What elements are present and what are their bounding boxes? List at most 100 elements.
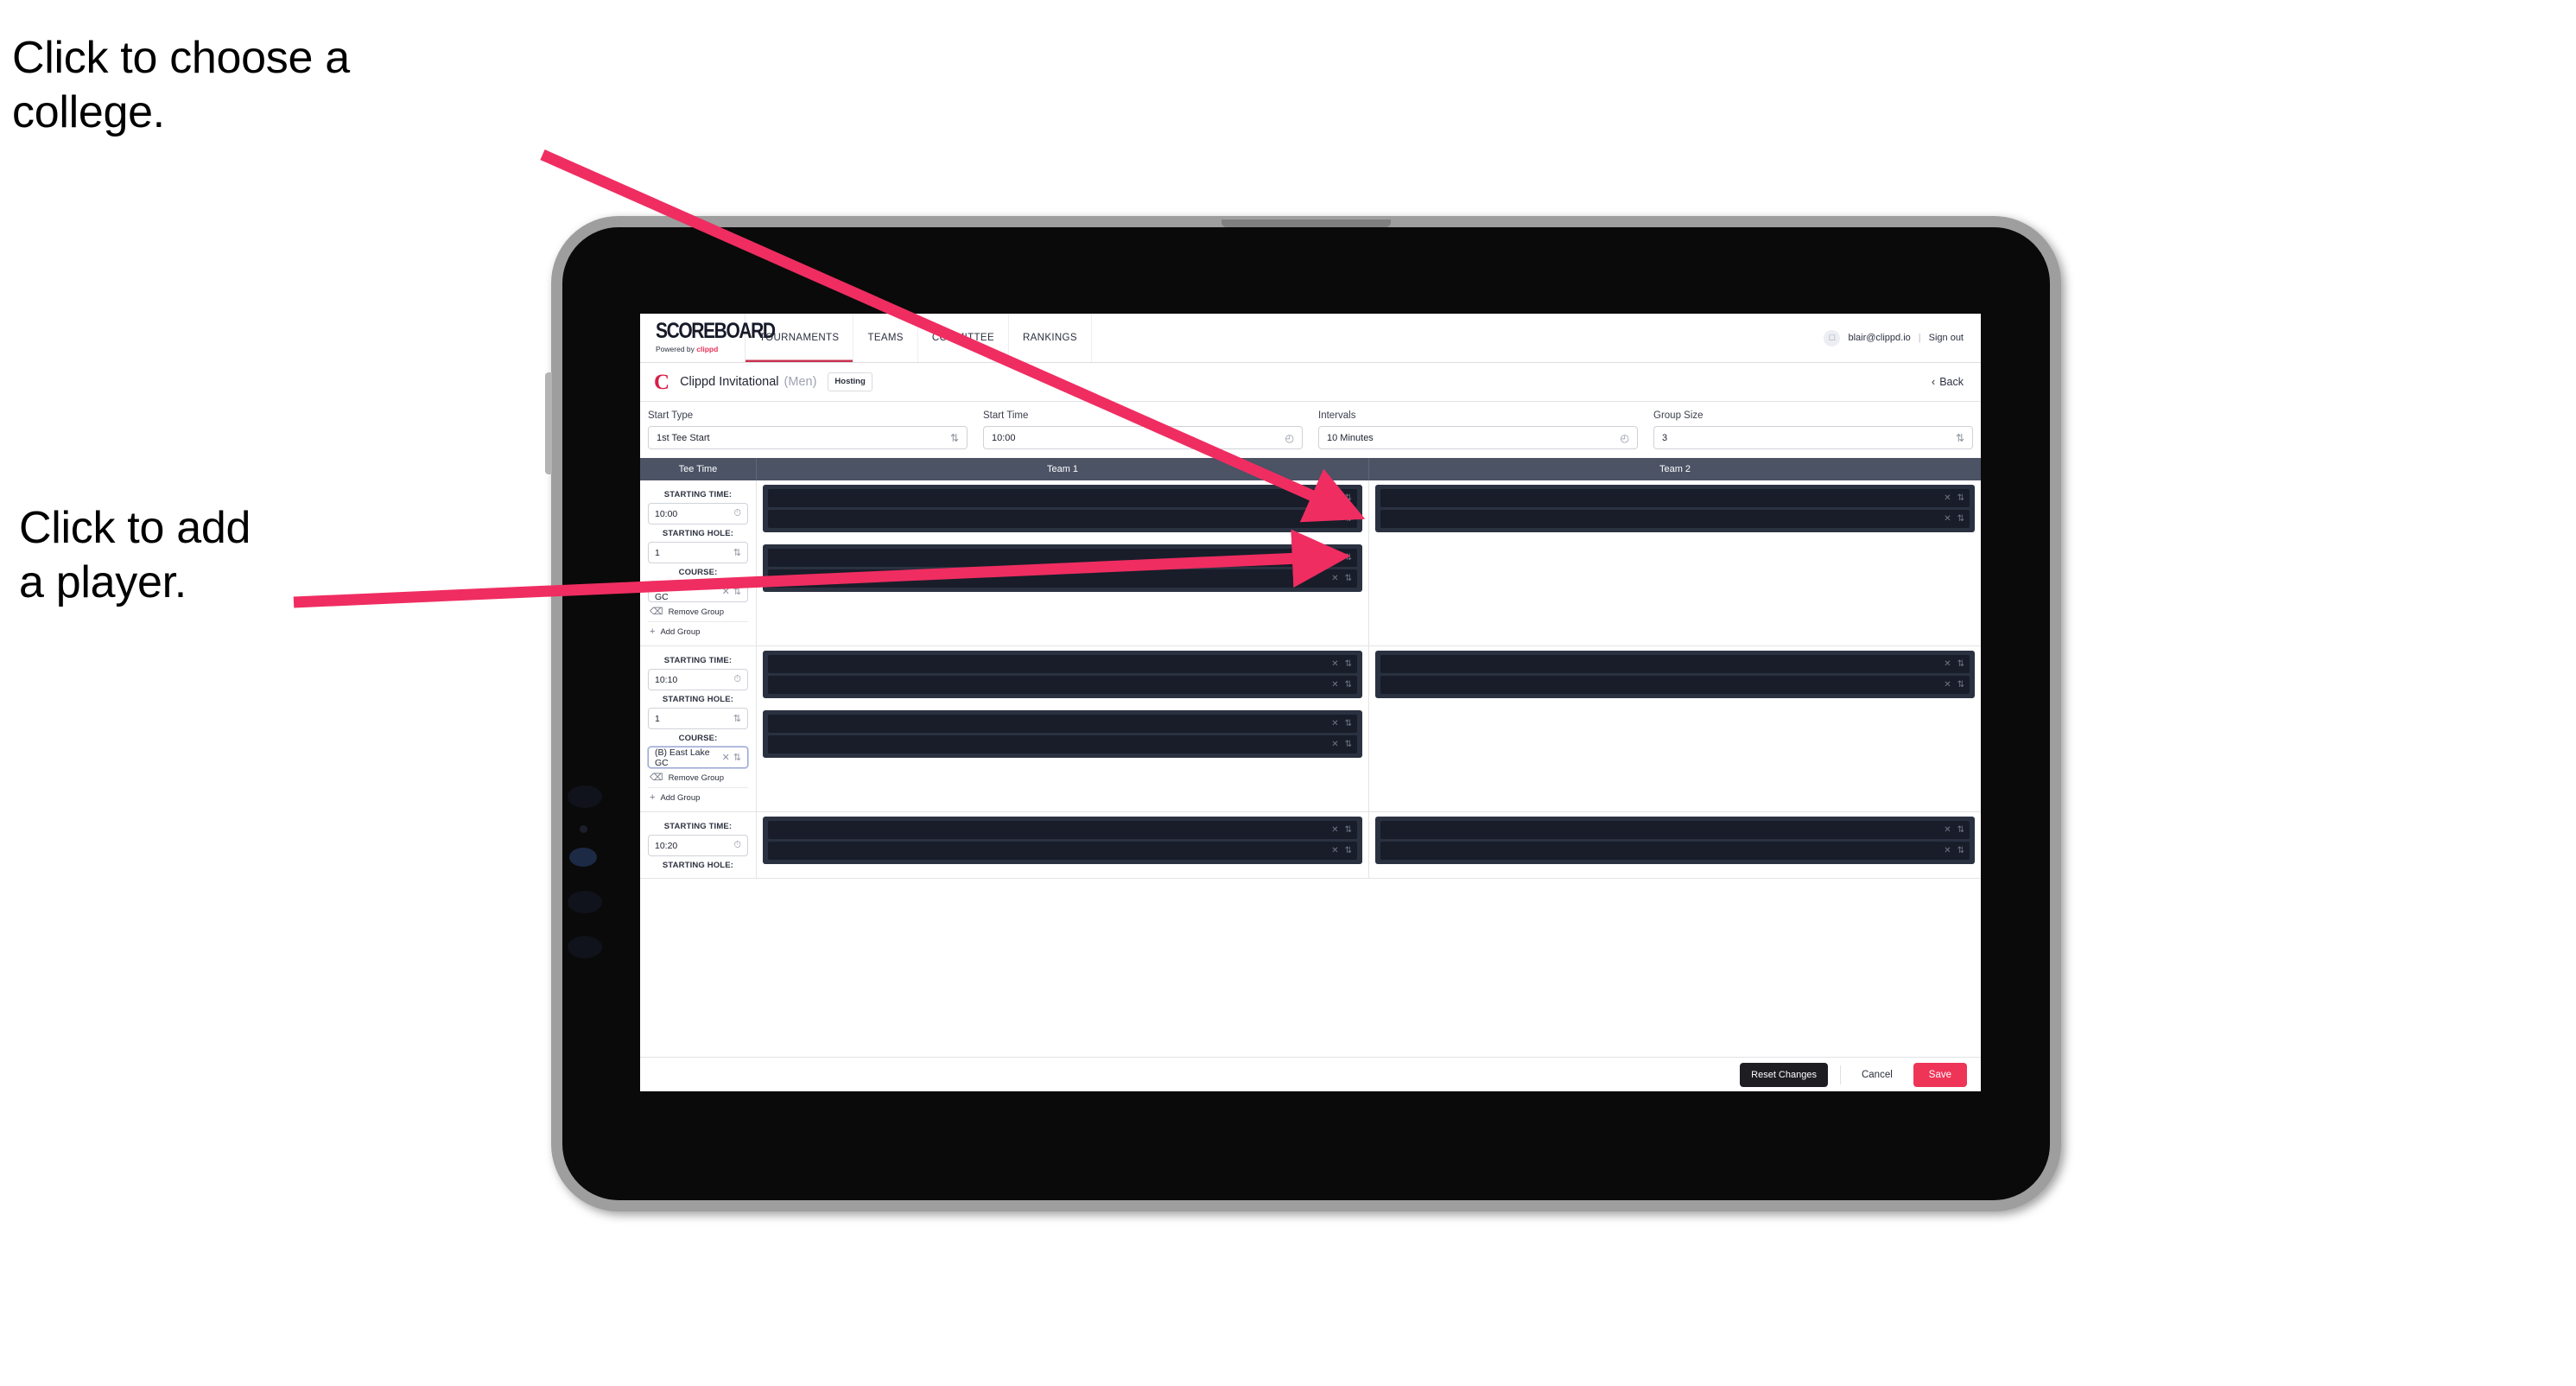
player-slot-redacted[interactable]: ✕ ⇅ [768,735,1357,753]
player-slot-redacted[interactable]: ✕ ⇅ [1380,510,1970,528]
stepper-chevron-icon[interactable]: ⇅ [733,547,741,558]
stepper-chevron-icon[interactable]: ⇅ [733,713,741,724]
stepper-chevron-icon[interactable]: ⇅ [1957,514,1964,524]
team-1-cell: ✕ ⇅ ✕ ⇅ [757,812,1369,878]
stepper-chevron-icon[interactable]: ⇅ [733,752,741,763]
player-slot-redacted[interactable]: ✕ ⇅ [768,549,1357,567]
stepper-chevron-icon[interactable]: ⇅ [1957,825,1964,835]
add-group-button[interactable]: + Add Group [648,788,748,807]
player-slot-redacted[interactable]: ✕ ⇅ [1380,821,1970,839]
cancel-button[interactable]: Cancel [1853,1063,1901,1087]
starting-hole-input[interactable]: 1 ⇅ [648,542,748,563]
close-x-icon[interactable]: ✕ [1944,659,1951,669]
close-x-icon[interactable]: ✕ [722,752,730,763]
nav-tab-rankings[interactable]: RANKINGS [1009,314,1092,362]
stepper-chevron-icon[interactable]: ⇅ [950,433,959,443]
reset-changes-button[interactable]: Reset Changes [1740,1062,1828,1087]
setting-input[interactable]: 10 Minutes ◴ [1318,426,1638,449]
starting-hole-input[interactable]: 1 ⇅ [648,708,748,729]
player-slot-redacted[interactable]: ✕ ⇅ [1380,842,1970,860]
setting-input[interactable]: 1st Tee Start ⇅ [648,426,968,449]
close-x-icon[interactable]: ✕ [1331,553,1338,563]
stepper-chevron-icon[interactable]: ⇅ [1345,846,1352,855]
starting-time-input[interactable]: 10:10 ⏱ [648,669,748,690]
player-slot-redacted[interactable]: ✕ ⇅ [768,489,1357,507]
stepper-chevron-icon[interactable]: ⇅ [1957,680,1964,690]
sign-out-link[interactable]: Sign out [1929,333,1964,343]
remove-group-button[interactable]: ⌫ Remove Group [648,768,748,788]
player-slot-redacted[interactable]: ✕ ⇅ [1380,676,1970,694]
clock-icon[interactable]: ◴ [1621,433,1629,443]
tournament-header-bar: C Clippd Invitational (Men) Hosting ‹ Ba… [640,363,1981,402]
nav-tab-committee[interactable]: COMMITTEE [918,314,1009,362]
close-x-icon[interactable]: ✕ [1331,719,1338,728]
course-select[interactable]: (A) Peachtree GC ✕ ⇅ [648,581,748,602]
player-group: ✕ ⇅ ✕ ⇅ [763,544,1362,592]
scoreboard-logo[interactable]: SCOREBOARD Powered by clippd [640,314,776,362]
stepper-chevron-icon[interactable]: ⇅ [733,586,741,597]
player-slot-redacted[interactable]: ✕ ⇅ [768,842,1357,860]
tee-time-row: STARTING TIME: 10:20 ⏱ STARTING HOLE: ✕ ⇅ ✕ ⇅ ✕ ⇅… [640,812,1981,879]
tablet-sensor-dot [580,825,587,833]
stepper-chevron-icon[interactable]: ⇅ [1957,659,1964,669]
player-slot-redacted[interactable]: ✕ ⇅ [768,510,1357,528]
close-x-icon[interactable]: ✕ [1331,846,1338,855]
player-slot-redacted[interactable]: ✕ ⇅ [768,655,1357,673]
close-x-icon[interactable]: ✕ [1331,740,1338,749]
player-slot-redacted[interactable]: ✕ ⇅ [1380,655,1970,673]
user-avatar-icon[interactable]: ☐ [1824,329,1841,346]
add-group-button[interactable]: + Add Group [648,622,748,641]
player-slot-redacted[interactable]: ✕ ⇅ [1380,489,1970,507]
starting-time-input[interactable]: 10:20 ⏱ [648,835,748,856]
close-x-icon[interactable]: ✕ [1331,514,1338,524]
close-x-icon[interactable]: ✕ [1331,680,1338,690]
stepper-chevron-icon[interactable]: ⇅ [1957,846,1964,855]
stepper-chevron-icon[interactable]: ⇅ [1345,659,1352,669]
tablet-device-frame: SCOREBOARD Powered by clippd TOURNAMENTS… [545,216,2061,1211]
save-button[interactable]: Save [1913,1062,1967,1087]
player-slot-redacted[interactable]: ✕ ⇅ [768,715,1357,733]
close-x-icon[interactable]: ✕ [1331,659,1338,669]
clock-icon[interactable]: ⏱ [733,674,741,685]
close-x-icon[interactable]: ✕ [1944,493,1951,503]
close-x-icon[interactable]: ✕ [1331,825,1338,835]
stepper-chevron-icon[interactable]: ⇅ [1957,493,1964,503]
close-x-icon[interactable]: ✕ [1944,680,1951,690]
tablet-lidar-sensor [569,848,597,867]
stepper-chevron-icon[interactable]: ⇅ [1345,553,1352,563]
stepper-chevron-icon[interactable]: ⇅ [1345,574,1352,583]
setting-field-start-type: Start Type 1st Tee Start ⇅ [640,410,975,449]
clock-icon[interactable]: ⏱ [733,508,741,519]
back-button[interactable]: ‹ Back [1932,376,1964,388]
close-x-icon[interactable]: ✕ [1331,493,1338,503]
team-2-cell: ✕ ⇅ ✕ ⇅ [1369,480,1981,645]
clock-icon[interactable]: ⏱ [733,840,741,851]
close-x-icon[interactable]: ✕ [1944,514,1951,524]
setting-input[interactable]: 10:00 ◴ [983,426,1303,449]
course-value: (B) East Lake GC [655,747,710,768]
nav-tab-tournaments[interactable]: TOURNAMENTS [746,314,854,362]
nav-tab-label: COMMITTEE [931,333,994,343]
nav-tab-teams[interactable]: TEAMS [853,314,918,362]
stepper-chevron-icon[interactable]: ⇅ [1345,680,1352,690]
plus-icon: + [650,792,656,803]
close-x-icon[interactable]: ✕ [1331,574,1338,583]
player-slot-redacted[interactable]: ✕ ⇅ [768,676,1357,694]
course-select[interactable]: (B) East Lake GC ✕ ⇅ [648,747,748,768]
stepper-chevron-icon[interactable]: ⇅ [1956,433,1964,443]
stepper-chevron-icon[interactable]: ⇅ [1345,825,1352,835]
remove-group-button[interactable]: ⌫ Remove Group [648,602,748,622]
clock-icon[interactable]: ◴ [1285,433,1294,443]
stepper-chevron-icon[interactable]: ⇅ [1345,740,1352,749]
close-x-icon[interactable]: ✕ [722,586,730,597]
close-x-icon[interactable]: ✕ [1944,846,1951,855]
stepper-chevron-icon[interactable]: ⇅ [1345,493,1352,503]
stepper-chevron-icon[interactable]: ⇅ [1345,514,1352,524]
close-x-icon[interactable]: ✕ [1944,825,1951,835]
setting-input[interactable]: 3 ⇅ [1653,426,1973,449]
player-slot-redacted[interactable]: ✕ ⇅ [768,821,1357,839]
player-slot-redacted[interactable]: ✕ ⇅ [768,569,1357,588]
stepper-chevron-icon[interactable]: ⇅ [1345,719,1352,728]
starting-time-input[interactable]: 10:00 ⏱ [648,503,748,525]
